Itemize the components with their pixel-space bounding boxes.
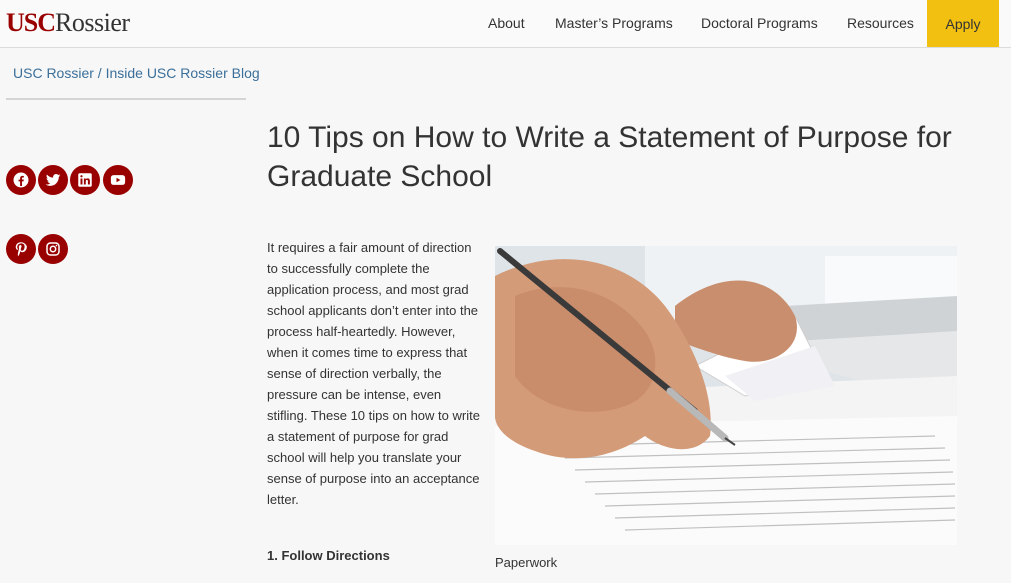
breadcrumb-blog-link[interactable]: Inside USC Rossier Blog [106, 65, 260, 81]
instagram-icon[interactable] [38, 234, 68, 264]
article-title: 10 Tips on How to Write a Statement of P… [267, 121, 952, 193]
breadcrumb: USC Rossier / Inside USC Rossier Blog [13, 65, 260, 81]
article-intro-paragraph: It requires a fair amount of direction t… [267, 240, 480, 507]
pinterest-icon[interactable] [6, 234, 36, 264]
nav-doctoral-programs[interactable]: Doctoral Programs [701, 15, 818, 31]
article-photo [495, 246, 957, 545]
nav-about[interactable]: About [488, 15, 525, 31]
nav-masters-programs[interactable]: Master’s Programs [555, 15, 673, 31]
usc-rossier-logo[interactable]: USC Rossier [6, 8, 130, 38]
breadcrumb-divider [6, 98, 246, 100]
photo-caption: Paperwork [495, 555, 558, 570]
breadcrumb-home-link[interactable]: USC Rossier [13, 65, 94, 81]
site-header: USC Rossier About Master’s Programs Doct… [0, 0, 1011, 48]
logo-rossier-text: Rossier [55, 8, 130, 37]
linkedin-icon[interactable] [70, 165, 100, 195]
youtube-icon[interactable] [103, 165, 133, 195]
breadcrumb-separator: / [93, 65, 106, 81]
twitter-icon[interactable] [38, 165, 68, 195]
facebook-icon[interactable] [6, 165, 36, 195]
apply-button[interactable]: Apply [927, 0, 999, 47]
paperwork-photo-illustration [495, 246, 957, 545]
tip-heading: 1. Follow Directions [267, 548, 390, 563]
logo-usc-text: USC [6, 8, 56, 37]
nav-resources[interactable]: Resources [847, 15, 914, 31]
